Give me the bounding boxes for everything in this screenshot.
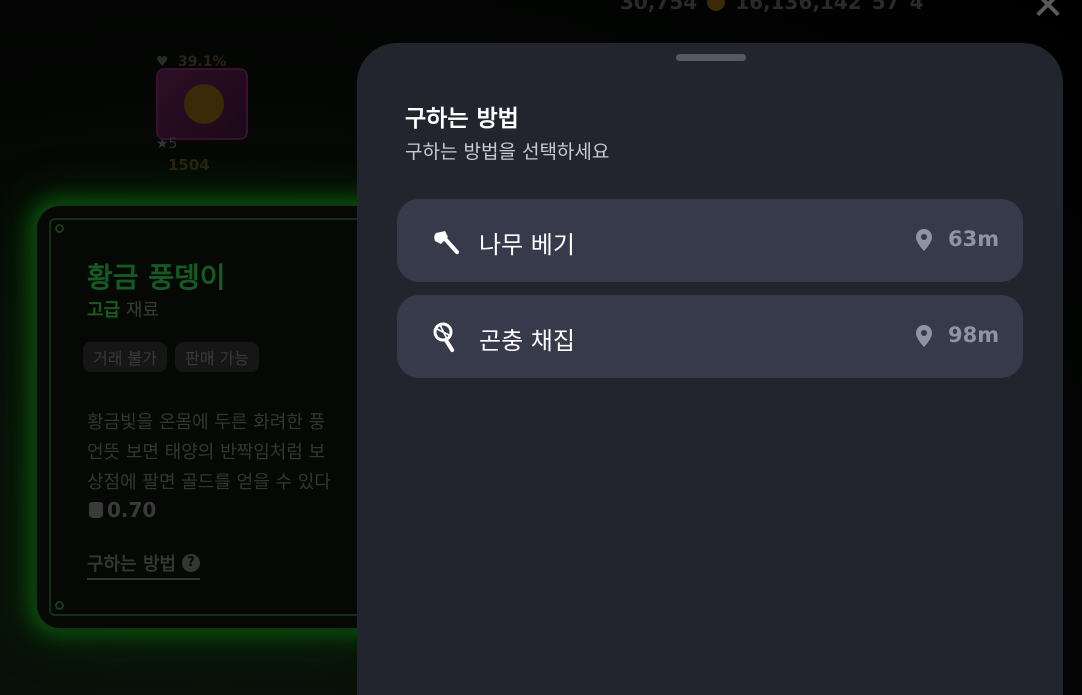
top-hud: 30,754 16,136,142 57 4 — [620, 0, 923, 14]
hud-value-3: 57 — [871, 0, 900, 14]
tag-untradeable: 거래 불가 — [83, 342, 167, 372]
option-bug-catching[interactable]: 곤충 채집 98m — [397, 295, 1023, 378]
character-power: 1504 — [168, 156, 210, 174]
description-line: 상점에 팔면 골드를 얻을 수 있다 — [87, 472, 331, 493]
item-category: 재료 — [125, 300, 159, 321]
frame-corner-ornament — [55, 224, 64, 233]
tag-sellable: 판매 가능 — [174, 342, 259, 372]
item-weight: 0.70 — [89, 498, 156, 522]
help-icon: ? — [182, 554, 201, 572]
option-wood-chopping[interactable]: 나무 베기 63m — [397, 199, 1023, 282]
hud-value-1: 30,754 — [620, 0, 698, 14]
hud-value-4: 4 — [909, 0, 924, 14]
how-to-obtain-sheet: 구하는 방법 구하는 방법을 선택하세요 나무 베기 63m 곤충 채집 98m — [357, 43, 1063, 695]
frame-corner-ornament — [55, 601, 64, 610]
close-button[interactable]: ✕ — [1026, 0, 1070, 26]
bug-net-icon — [433, 322, 455, 353]
item-name: 황금 풍뎅이 — [87, 261, 226, 294]
item-grade-label: 고급 — [87, 300, 121, 321]
location-pin-icon — [916, 325, 932, 347]
hud-value-2: 16,136,142 — [735, 0, 862, 14]
how-to-obtain-link[interactable]: 구하는 방법 ? — [87, 550, 201, 580]
weight-bag-icon — [89, 502, 103, 518]
description-line: 황금빛을 온몸에 두른 화려한 풍 — [87, 412, 326, 433]
option-distance: 98m — [948, 323, 1000, 347]
sheet-drag-handle[interactable] — [676, 54, 746, 61]
item-weight-value: 0.70 — [107, 498, 157, 522]
item-grade: 고급 재료 — [87, 296, 159, 322]
character-card: ♥ 39.1% ★5 1504 — [156, 54, 248, 180]
location-pin-icon — [916, 229, 932, 251]
description-line: 언뜻 보면 태양의 반짝임처럼 보 — [87, 442, 326, 463]
how-to-obtain-label: 구하는 방법 — [87, 554, 177, 575]
character-portrait — [156, 68, 248, 140]
gold-coin-icon — [707, 0, 726, 11]
option-label: 나무 베기 — [479, 231, 575, 259]
sheet-title: 구하는 방법 — [405, 106, 519, 132]
option-distance: 63m — [948, 227, 1000, 251]
axe-icon — [434, 231, 460, 255]
close-icon: ✕ — [1031, 0, 1065, 29]
option-label: 곤충 채집 — [479, 327, 575, 355]
item-tags: 거래 불가 판매 가능 — [83, 342, 259, 372]
item-description: 황금빛을 온몸에 두른 화려한 풍 언뜻 보면 태양의 반짝임처럼 보 상점에 … — [87, 408, 377, 498]
item-detail-card: 황금 풍뎅이 고급 재료 거래 불가 판매 가능 황금빛을 온몸에 두른 화려한… — [34, 203, 411, 631]
character-stars: ★5 — [156, 136, 178, 152]
sheet-subtitle: 구하는 방법을 선택하세요 — [405, 141, 610, 163]
